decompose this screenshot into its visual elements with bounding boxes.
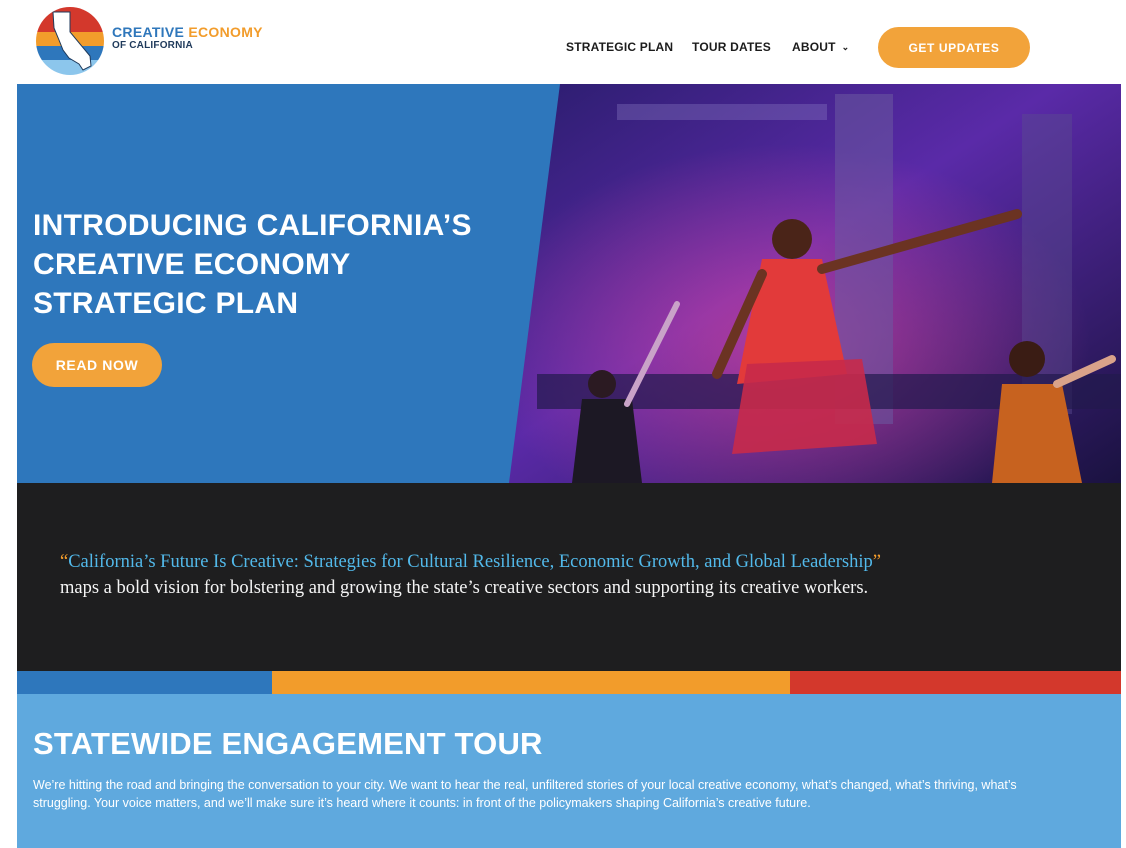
close-quote-mark: ” [872, 552, 881, 572]
read-now-button[interactable]: READ NOW [32, 343, 162, 387]
logo-word-creative: CREATIVE [112, 24, 185, 40]
quote-section: “California’s Future Is Creative: Strate… [17, 483, 1121, 671]
plan-quote: “California’s Future Is Creative: Strate… [60, 549, 1100, 601]
nav-tour-dates[interactable]: TOUR DATES [692, 40, 771, 54]
logo-line-2: OF CALIFORNIA [112, 40, 193, 51]
nav-strategic-plan[interactable]: STRATEGIC PLAN [566, 40, 673, 54]
hero-title-line: CREATIVE ECONOMY [33, 248, 351, 281]
chevron-down-icon: ⌄ [841, 42, 850, 52]
tour-section: STATEWIDE ENGAGEMENT TOUR We’re hitting … [17, 694, 1121, 848]
hero-section: INTRODUCING CALIFORNIA’S CREATIVE ECONOM… [17, 84, 1121, 483]
hero-title-line: STRATEGIC PLAN [33, 287, 299, 320]
open-quote-mark: “ [60, 552, 69, 572]
logo-word-economy: ECONOMY [188, 24, 263, 40]
hero-title-line: INTRODUCING CALIFORNIA’S [33, 209, 472, 242]
nav-about[interactable]: ABOUT ⌄ [792, 40, 849, 54]
hero-title: INTRODUCING CALIFORNIA’S CREATIVE ECONOM… [33, 206, 533, 323]
california-logo-icon[interactable] [35, 6, 105, 76]
tour-description: We’re hitting the road and bringing the … [33, 778, 1017, 810]
get-updates-button[interactable]: GET UPDATES [878, 27, 1030, 68]
stripe-red [790, 671, 1121, 694]
stripe-blue [17, 671, 272, 694]
plan-description: maps a bold vision for bolstering and gr… [60, 578, 869, 598]
nav-about-label: ABOUT [792, 40, 836, 54]
plan-title-link[interactable]: California’s Future Is Creative: Strateg… [68, 552, 873, 572]
logo-line-1: CREATIVE ECONOMY [112, 25, 263, 39]
logo-wordmark[interactable]: CREATIVE ECONOMY OF CALIFORNIA [112, 25, 263, 51]
site-header: CREATIVE ECONOMY OF CALIFORNIA STRATEGIC… [0, 0, 1126, 84]
tour-title: STATEWIDE ENGAGEMENT TOUR [33, 726, 543, 761]
stripe-orange [272, 671, 790, 694]
